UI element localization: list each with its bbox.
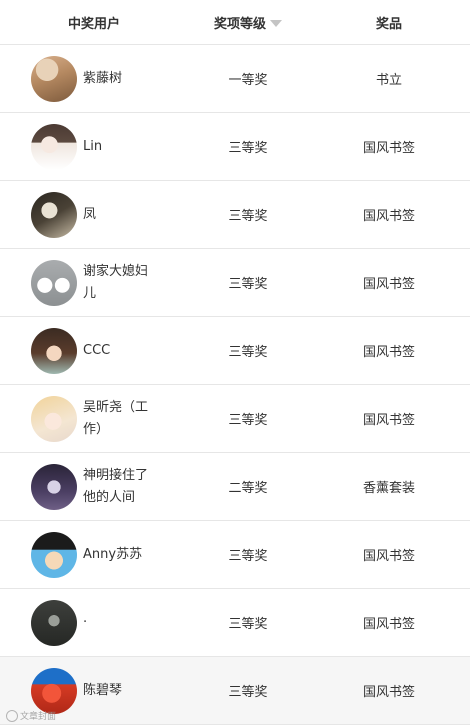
winner-user: 吴昕尧（工作）: [0, 385, 188, 452]
user-name: 神明接住了他的人间: [83, 467, 149, 505]
winner-user: 紫藤树: [0, 45, 188, 112]
column-header-user: 中奖用户: [67, 16, 120, 32]
prize-name: 国风书签: [362, 685, 415, 700]
winner-user: ·: [0, 589, 188, 656]
avatar[interactable]: [31, 259, 77, 306]
avatar[interactable]: [31, 667, 77, 714]
prize-name: 国风书签: [362, 209, 415, 224]
table-header: 中奖用户 奖项等级 奖品: [0, 0, 470, 45]
prize-level: 一等奖: [228, 73, 268, 88]
prize-level: 三等奖: [228, 617, 268, 632]
table-row: 凤 三等奖 国风书签: [0, 181, 470, 249]
user-name: 陈碧琴: [83, 682, 123, 698]
prize-level: 三等奖: [228, 549, 268, 564]
table-row: 谢家大媳妇儿 三等奖 国风书签: [0, 249, 470, 317]
prize-level: 二等奖: [228, 481, 268, 496]
prize-level: 三等奖: [228, 277, 268, 292]
prize-name: 国风书签: [362, 617, 415, 632]
winner-user: CCC: [0, 317, 188, 384]
watermark: 文章封面: [6, 709, 56, 722]
user-name: ·: [83, 614, 88, 630]
avatar[interactable]: [31, 55, 77, 102]
prize-name: 国风书签: [362, 345, 415, 360]
table-row: CCC 三等奖 国风书签: [0, 317, 470, 385]
avatar[interactable]: [31, 599, 77, 646]
avatar[interactable]: [31, 123, 77, 170]
prize-name: 国风书签: [362, 549, 415, 564]
prize-level: 三等奖: [228, 141, 268, 156]
prize-name: 书立: [375, 73, 402, 88]
avatar[interactable]: [31, 531, 77, 578]
avatar[interactable]: [31, 395, 77, 442]
table-row: Anny苏苏 三等奖 国风书签: [0, 521, 470, 589]
winner-user: Anny苏苏: [0, 521, 188, 588]
avatar[interactable]: [31, 463, 77, 510]
table-row: 陈碧琴 三等奖 国风书签: [0, 657, 470, 725]
table-row: 吴昕尧（工作） 三等奖 国风书签: [0, 385, 470, 453]
prize-name: 国风书签: [362, 277, 415, 292]
watermark-text: 文章封面: [20, 712, 57, 722]
column-header-level[interactable]: 奖项等级: [188, 0, 308, 44]
avatar[interactable]: [31, 191, 77, 238]
table-row: · 三等奖 国风书签: [0, 589, 470, 657]
prize-level: 三等奖: [228, 413, 268, 428]
user-name: CCC: [83, 342, 111, 358]
user-name: 紫藤树: [83, 70, 123, 86]
prize-level: 三等奖: [228, 209, 268, 224]
winner-user: Lin: [0, 113, 188, 180]
user-name: Lin: [83, 138, 103, 154]
winner-user: 谢家大媳妇儿: [0, 249, 188, 316]
column-header-prize: 奖品: [375, 16, 402, 32]
column-header-level-label: 奖项等级: [213, 16, 266, 32]
user-name: 凤: [83, 206, 97, 222]
winner-user: 神明接住了他的人间: [0, 453, 188, 520]
watermark-icon: [6, 709, 18, 722]
prize-name: 国风书签: [362, 413, 415, 428]
table-row: 神明接住了他的人间 二等奖 香薰套装: [0, 453, 470, 521]
table-row: 紫藤树 一等奖 书立: [0, 45, 470, 113]
user-name: 谢家大媳妇儿: [83, 263, 149, 301]
user-name: 吴昕尧（工作）: [83, 399, 149, 437]
winner-user: 凤: [0, 181, 188, 248]
sort-down-icon[interactable]: [270, 19, 282, 27]
user-name: Anny苏苏: [83, 546, 143, 562]
table-row: Lin 三等奖 国风书签: [0, 113, 470, 181]
prize-level: 三等奖: [228, 345, 268, 360]
prize-name: 香薰套装: [362, 481, 415, 496]
avatar[interactable]: [31, 327, 77, 374]
prize-level: 三等奖: [228, 685, 268, 700]
prize-name: 国风书签: [362, 141, 415, 156]
